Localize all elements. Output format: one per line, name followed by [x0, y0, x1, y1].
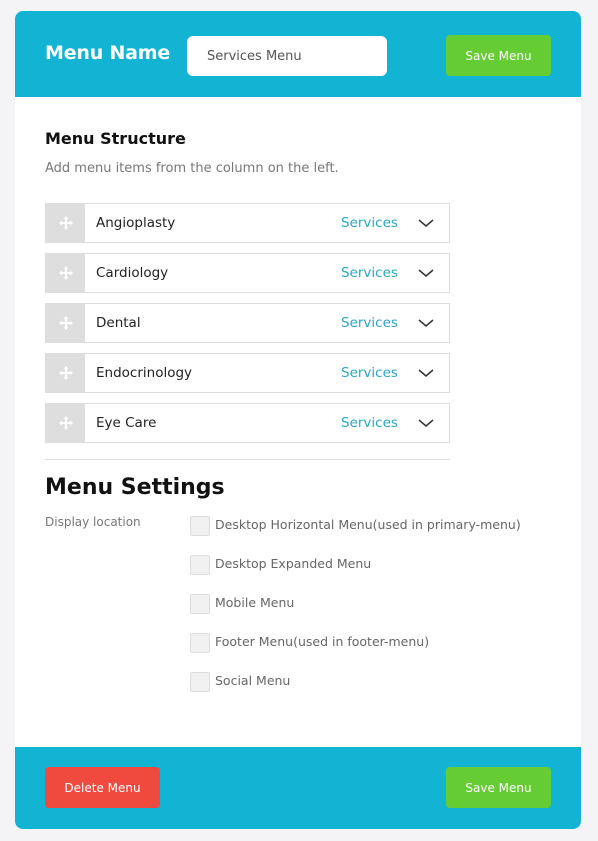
location-checkbox[interactable] — [190, 633, 210, 653]
location-checkbox[interactable] — [190, 594, 210, 614]
delete-menu-button[interactable]: Delete Menu — [45, 767, 160, 808]
location-label[interactable]: Mobile Menu — [215, 595, 294, 610]
drag-handle-icon[interactable] — [46, 354, 85, 392]
location-checkbox[interactable] — [190, 555, 210, 575]
menu-item-type: Services — [341, 315, 398, 331]
location-checkbox[interactable] — [190, 672, 210, 692]
menu-structure-description: Add menu items from the column on the le… — [45, 161, 339, 176]
menu-item-type: Services — [341, 265, 398, 281]
menu-name-input[interactable] — [187, 36, 387, 76]
menu-item[interactable]: Cardiology Services — [45, 253, 450, 293]
location-label[interactable]: Social Menu — [215, 673, 290, 688]
location-label[interactable]: Desktop Expanded Menu — [215, 556, 371, 571]
menu-name-label: Menu Name — [45, 42, 171, 64]
menu-item-label: Endocrinology — [96, 365, 193, 381]
save-menu-button-top[interactable]: Save Menu — [446, 35, 551, 76]
drag-handle-icon[interactable] — [46, 304, 85, 342]
chevron-down-icon[interactable] — [418, 267, 434, 279]
chevron-down-icon[interactable] — [418, 317, 434, 329]
chevron-down-icon[interactable] — [418, 367, 434, 379]
menu-item-label: Eye Care — [96, 415, 157, 431]
location-checkbox[interactable] — [190, 516, 210, 536]
menu-item-type: Services — [341, 365, 398, 381]
menu-item-label: Dental — [96, 315, 141, 331]
chevron-down-icon[interactable] — [418, 417, 434, 429]
menu-item[interactable]: Endocrinology Services — [45, 353, 450, 393]
menu-structure-title: Menu Structure — [45, 129, 186, 148]
menu-item-type: Services — [341, 415, 398, 431]
header-bar: Menu Name Save Menu — [15, 11, 581, 97]
location-label[interactable]: Desktop Horizontal Menu(used in primary-… — [215, 517, 521, 532]
menu-item-list: Angioplasty Services Cardiology Services… — [45, 203, 450, 453]
drag-handle-icon[interactable] — [46, 204, 85, 242]
chevron-down-icon[interactable] — [418, 217, 434, 229]
menu-item[interactable]: Eye Care Services — [45, 403, 450, 443]
menu-settings-title: Menu Settings — [45, 475, 225, 500]
drag-handle-icon[interactable] — [46, 254, 85, 292]
save-menu-button-bottom[interactable]: Save Menu — [446, 767, 551, 808]
menu-item-type: Services — [341, 215, 398, 231]
menu-item-label: Cardiology — [96, 265, 169, 281]
menu-item-label: Angioplasty — [96, 215, 176, 231]
menu-editor-card: Menu Name Save Menu Menu Structure Add m… — [15, 11, 581, 829]
display-location-label: Display location — [45, 515, 141, 529]
menu-item[interactable]: Dental Services — [45, 303, 450, 343]
section-divider — [45, 459, 450, 460]
location-label[interactable]: Footer Menu(used in footer-menu) — [215, 634, 429, 649]
drag-handle-icon[interactable] — [46, 404, 85, 442]
menu-item[interactable]: Angioplasty Services — [45, 203, 450, 243]
